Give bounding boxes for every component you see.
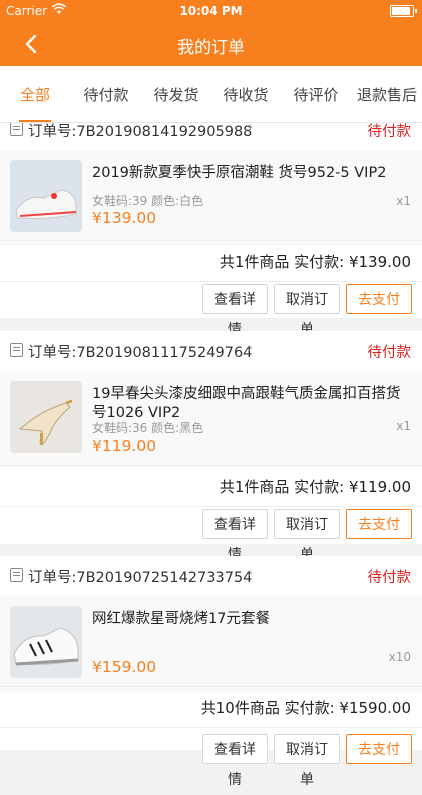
order-status: 待付款 <box>367 570 412 586</box>
pay-button[interactable]: 去支付 <box>346 734 412 764</box>
clock: 10:04 PM <box>179 4 243 18</box>
order-summary: 共10件商品 实付款: ¥1590.00 <box>0 686 422 728</box>
order-product[interactable]: 19早春尖头漆皮细跟中高跟鞋气质金属扣百搭货号1026 VIP2 女鞋码:36 … <box>0 371 422 467</box>
order-status: 待付款 <box>367 124 412 140</box>
order-card[interactable]: 订单号:7B20190725142733754 › 待付款 网红爆款星哥烧烤17… <box>0 556 422 788</box>
order-header: 订单号:7B20190811175249764 › 待付款 <box>0 331 422 371</box>
product-quantity: x1 <box>396 419 411 433</box>
tab-label: 待发货 <box>153 86 199 104</box>
tab-pending-review[interactable]: 待评价 <box>284 66 348 122</box>
order-doc-icon <box>10 343 23 357</box>
tab-label: 待付款 <box>83 86 129 104</box>
product-name: 网红爆款星哥烧烤17元套餐 <box>92 611 270 627</box>
product-spec: 女鞋码:39 颜色:白色 <box>92 194 204 208</box>
order-number: 订单号:7B20190814192905988 <box>28 124 253 140</box>
cancel-order-button[interactable]: 取消订单 <box>274 734 340 788</box>
order-header: 订单号:7B20190725142733754 › 待付款 <box>0 556 422 596</box>
order-product[interactable]: 网红爆款星哥烧烤17元套餐 ¥159.00 x10 <box>0 596 422 692</box>
status-bar: Carrier 10:04 PM <box>0 0 422 22</box>
cancel-order-button[interactable]: 取消订单 <box>274 284 340 338</box>
cancel-order-button[interactable]: 取消订单 <box>274 509 340 563</box>
order-actions: 查看详情 取消订单 去支付 <box>0 726 422 788</box>
order-doc-icon <box>10 568 23 582</box>
order-card[interactable]: 订单号:7B20190814192905988 › 待付款 2019新款夏季快手… <box>0 110 422 338</box>
view-details-button[interactable]: 查看详情 <box>202 284 268 338</box>
pay-button[interactable]: 去支付 <box>346 284 412 314</box>
tab-label: 待收货 <box>223 86 269 104</box>
tab-all[interactable]: 全部 <box>8 66 62 122</box>
product-thumbnail <box>10 160 82 232</box>
order-actions: 查看详情 取消订单 去支付 <box>0 501 422 563</box>
product-quantity: x1 <box>396 194 411 208</box>
tab-label: 待评价 <box>293 86 339 104</box>
order-actions: 查看详情 取消订单 去支付 <box>0 276 422 338</box>
product-spec: 女鞋码:36 颜色:黑色 <box>92 421 204 435</box>
view-details-button[interactable]: 查看详情 <box>202 509 268 563</box>
product-thumbnail <box>10 381 82 453</box>
tab-label: 退款售后 <box>356 86 417 104</box>
tab-refund[interactable]: 退款售后 <box>352 66 422 122</box>
nav-bar: 我的订单 <box>0 22 422 66</box>
product-thumbnail <box>10 606 82 678</box>
product-quantity: x10 <box>388 650 411 664</box>
product-name: 19早春尖头漆皮细跟中高跟鞋气质金属扣百搭货号1026 VIP2 <box>92 386 401 421</box>
product-price: ¥119.00 <box>92 437 157 455</box>
view-details-button[interactable]: 查看详情 <box>202 734 268 788</box>
order-number: 订单号:7B20190725142733754 <box>28 570 253 586</box>
order-product[interactable]: 2019新款夏季快手原宿潮鞋 货号952-5 VIP2 女鞋码:39 颜色:白色… <box>0 150 422 246</box>
order-total: 共10件商品 实付款: ¥1590.00 <box>200 699 411 717</box>
order-tabs-overlay: 全部 待付款 待发货 待收货 待评价 退款售后 <box>0 66 422 123</box>
tab-pending-shipment[interactable]: 待发货 <box>144 66 208 122</box>
order-card[interactable]: 订单号:7B20190811175249764 › 待付款 19早春尖头漆皮细跟… <box>0 331 422 563</box>
tab-label: 全部 <box>19 86 50 104</box>
order-doc-icon <box>10 122 23 136</box>
tab-pending-receipt[interactable]: 待收货 <box>214 66 278 122</box>
product-price: ¥139.00 <box>92 209 157 227</box>
active-tab-indicator <box>19 120 51 122</box>
chevron-right-icon: › <box>248 565 254 581</box>
product-name: 2019新款夏季快手原宿潮鞋 货号952-5 VIP2 <box>92 165 387 181</box>
order-number: 订单号:7B20190811175249764 <box>28 345 253 361</box>
page-title: 我的订单 <box>177 38 245 58</box>
battery-icon <box>390 5 417 17</box>
order-total: 共1件商品 实付款: ¥139.00 <box>219 253 411 271</box>
order-status: 待付款 <box>367 345 412 361</box>
tab-pending-payment[interactable]: 待付款 <box>74 66 138 122</box>
pay-button[interactable]: 去支付 <box>346 509 412 539</box>
chevron-right-icon: › <box>248 340 254 356</box>
order-total: 共1件商品 实付款: ¥119.00 <box>219 478 411 496</box>
product-price: ¥159.00 <box>92 658 157 676</box>
